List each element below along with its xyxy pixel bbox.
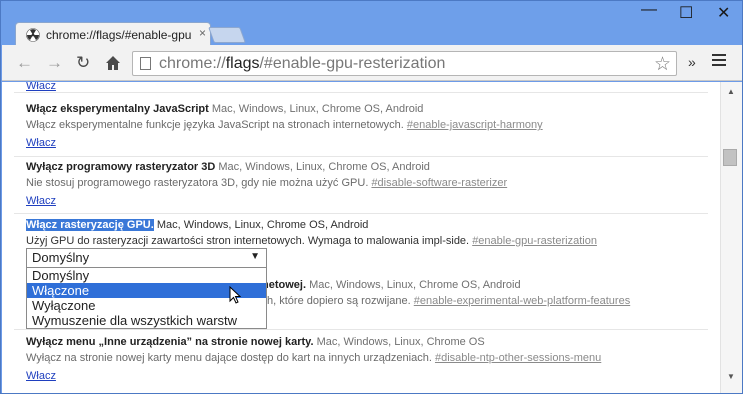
flag-platforms: Mac, Windows, Linux, Chrome OS, Android xyxy=(309,279,521,291)
tab-close-icon[interactable]: × xyxy=(199,26,206,40)
flag-description-partial: h, które dopiero są rozwijane. xyxy=(267,295,411,307)
browser-window: chrome://flags/#enable-gpu × — ☐ ✕ ← → ↻… xyxy=(0,0,743,394)
close-icon[interactable]: ✕ xyxy=(717,3,730,23)
select-value: Domyślny xyxy=(32,250,90,265)
scroll-thumb[interactable] xyxy=(723,149,737,166)
tab-title: chrome://flags/#enable-gpu xyxy=(46,28,192,42)
flag-title: Wyłącz programowy rasteryzator 3D xyxy=(26,161,216,173)
flag-entry-ntp-other-sessions: Wyłącz menu „Inne urządzenia” na stronie… xyxy=(26,336,706,382)
flag-anchor[interactable]: #enable-experimental-web-platform-featur… xyxy=(414,295,630,307)
mouse-cursor-icon xyxy=(229,286,241,304)
flag-title: Wyłącz menu „Inne urządzenia” na stronie… xyxy=(26,336,314,348)
option-force-all-layers[interactable]: Wymuszenie dla wszystkich warstw xyxy=(27,313,266,328)
enable-link[interactable]: Włacz xyxy=(26,370,56,382)
gpu-rasterization-select[interactable]: Domyślny ▼ xyxy=(26,248,267,268)
flag-entry-software-rasterizer: Wyłącz programowy rasteryzator 3D Mac, W… xyxy=(26,161,706,207)
forward-arrow-icon[interactable]: → xyxy=(46,53,63,73)
new-tab-button[interactable] xyxy=(208,27,246,43)
flag-entry-gpu-rasterization: Włącz rasteryzację GPU. Mac, Windows, Li… xyxy=(26,219,706,247)
enable-link[interactable]: Włacz xyxy=(26,82,56,92)
tab-strip: chrome://flags/#enable-gpu × — ☐ ✕ xyxy=(1,1,742,46)
toolbar: ← → ↻ chrome://flags/#enable-gpu-resteri… xyxy=(2,45,742,81)
enable-link[interactable]: Włacz xyxy=(26,195,56,207)
maximize-icon[interactable]: ☐ xyxy=(679,3,693,23)
vertical-scrollbar[interactable]: ▲ ▼ xyxy=(720,82,742,393)
divider xyxy=(14,213,708,214)
divider xyxy=(14,329,708,330)
option-default[interactable]: Domyślny xyxy=(27,268,266,283)
reload-icon[interactable]: ↻ xyxy=(76,53,90,73)
flag-title: Włącz eksperymentalny JavaScript xyxy=(26,103,209,115)
flag-platforms: Mac, Windows, Linux, Chrome OS xyxy=(316,336,485,348)
divider xyxy=(14,92,708,93)
tab-flags[interactable]: chrome://flags/#enable-gpu × xyxy=(15,22,211,46)
divider xyxy=(14,156,708,157)
flag-platforms: Mac, Windows, Linux, Chrome OS, Android xyxy=(218,161,430,173)
url-text[interactable]: chrome://flags/#enable-gpu-resterization xyxy=(159,55,445,73)
extensions-chevron-icon[interactable]: » xyxy=(688,54,696,70)
flag-description: Włącz eksperymentalne funkcje języka Jav… xyxy=(26,119,404,131)
scroll-up-icon[interactable]: ▲ xyxy=(727,87,735,96)
flag-description: Użyj GPU do rasteryzacji zawartości stro… xyxy=(26,235,470,247)
flag-anchor[interactable]: #enable-javascript-harmony xyxy=(407,119,543,131)
flag-entry-javascript-harmony: Włącz eksperymentalny JavaScript Mac, Wi… xyxy=(26,103,706,149)
menu-icon[interactable] xyxy=(712,54,726,68)
flag-anchor[interactable]: #disable-software-rasterizer xyxy=(371,177,507,189)
radiation-icon xyxy=(26,28,40,42)
enable-link[interactable]: Włacz xyxy=(26,137,56,149)
flag-anchor[interactable]: #enable-gpu-rasterization xyxy=(472,235,597,247)
bookmark-star-icon[interactable]: ☆ xyxy=(654,53,671,76)
flag-description: Nie stosuj programowego rasteryzatora 3D… xyxy=(26,177,369,189)
flag-platforms: Mac, Windows, Linux, Chrome OS, Android xyxy=(211,103,424,115)
flag-title-partial: netowej. xyxy=(262,279,307,291)
flag-title: Włącz rasteryzację GPU. xyxy=(26,219,154,231)
scroll-down-icon[interactable]: ▼ xyxy=(727,372,735,381)
dropdown-arrow-icon[interactable]: ▼ xyxy=(250,251,260,262)
flags-page: Włacz Włącz eksperymentalny JavaScript M… xyxy=(2,82,720,393)
minimize-icon[interactable]: — xyxy=(641,1,657,19)
home-icon[interactable] xyxy=(105,55,121,71)
flag-anchor[interactable]: #disable-ntp-other-sessions-menu xyxy=(435,352,601,364)
flag-platforms: Mac, Windows, Linux, Chrome OS, Android xyxy=(156,219,369,231)
back-arrow-icon[interactable]: ← xyxy=(16,53,33,73)
flag-description: Wyłącz na stronie nowej karty menu dając… xyxy=(26,352,432,364)
address-bar[interactable]: chrome://flags/#enable-gpu-resterization… xyxy=(132,51,677,76)
page-icon xyxy=(140,57,151,70)
